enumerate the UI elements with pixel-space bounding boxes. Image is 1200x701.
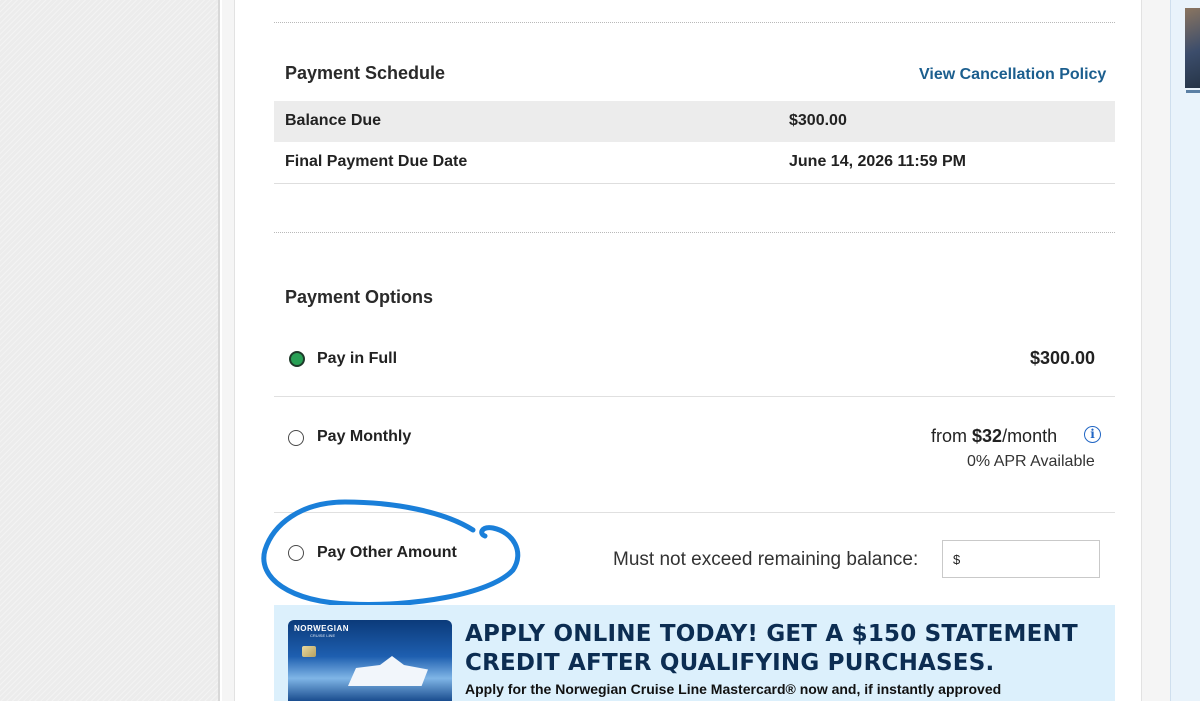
right-gutter: [1142, 0, 1170, 701]
card-brand-text: NORWEGIAN: [294, 624, 350, 633]
promo-headline-line2: CREDIT AFTER QUALIFYING PURCHASES.: [465, 650, 995, 676]
card-brand-subtext: CRUISE LINE: [310, 633, 336, 638]
divider-top: [274, 22, 1115, 23]
divider-middle: [274, 232, 1115, 233]
view-cancellation-policy-link[interactable]: View Cancellation Policy: [919, 66, 1106, 84]
side-accent-bar: [1186, 90, 1200, 93]
card-chip-icon: [302, 646, 316, 657]
promo-headline-line1: APPLY ONLINE TODAY! GET A $150 STATEMENT: [465, 621, 1078, 647]
pay-monthly-radio[interactable]: [288, 430, 304, 446]
apr-available-text: 0% APR Available: [967, 453, 1095, 470]
pay-in-full-amount: $300.00: [1030, 348, 1096, 368]
promo-subtext: Apply for the Norwegian Cruise Line Mast…: [465, 681, 1002, 697]
monthly-from-text: from: [931, 426, 973, 446]
schedule-row-balance: Balance Due $300.00: [274, 101, 1115, 142]
balance-due-label: Balance Due: [285, 112, 382, 129]
monthly-per-text: /month: [1002, 426, 1058, 446]
schedule-row-final-date: Final Payment Due Date June 14, 2026 11:…: [274, 142, 1115, 184]
pay-monthly-price: from $32/month: [931, 426, 1057, 447]
balance-due-value: $300.00: [789, 112, 847, 129]
option-separator: [274, 396, 1115, 397]
cruise-ship-icon: [348, 656, 428, 686]
annotation-circle: [261, 499, 521, 607]
final-payment-value: June 14, 2026 11:59 PM: [789, 153, 966, 170]
right-side-panel: [1170, 0, 1200, 701]
left-gutter: [222, 0, 234, 701]
other-amount-input[interactable]: $: [942, 540, 1100, 578]
payment-schedule-title: Payment Schedule: [285, 63, 446, 83]
pay-in-full-radio[interactable]: [289, 351, 305, 367]
side-image-thumbnail: [1185, 8, 1200, 88]
info-icon[interactable]: i: [1084, 426, 1101, 443]
pay-monthly-label[interactable]: Pay Monthly: [317, 428, 411, 446]
monthly-amount: $32: [972, 426, 1003, 446]
left-background-panel: [0, 0, 220, 701]
payment-options-title: Payment Options: [285, 287, 434, 307]
credit-card-image: NORWEGIAN CRUISE LINE: [288, 620, 452, 701]
final-payment-label: Final Payment Due Date: [285, 153, 468, 170]
remaining-balance-hint: Must not exceed remaining balance:: [613, 549, 919, 570]
pay-in-full-label[interactable]: Pay in Full: [317, 350, 397, 368]
